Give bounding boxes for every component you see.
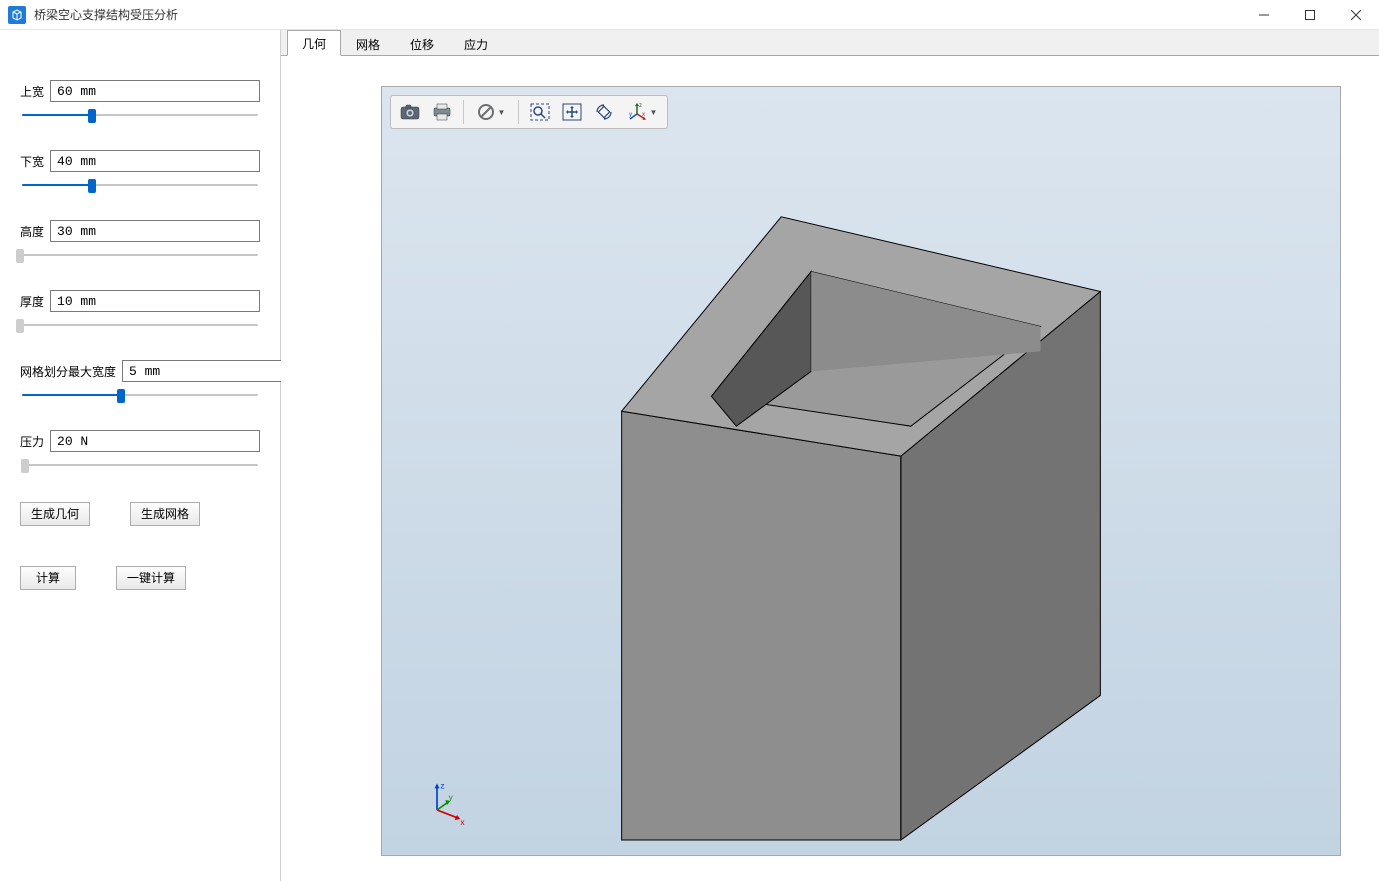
pressure-slider[interactable]: [20, 458, 260, 472]
tab-displacement[interactable]: 位移: [395, 31, 449, 56]
zoom-extents-button[interactable]: [525, 98, 555, 126]
maximize-button[interactable]: [1287, 0, 1333, 30]
param-label: 压力: [20, 433, 44, 450]
svg-text:y: y: [629, 112, 632, 118]
param-label: 上宽: [20, 83, 44, 100]
titlebar: 桥梁空心支撑结构受压分析: [0, 0, 1379, 30]
thickness-slider[interactable]: [20, 318, 260, 332]
param-label: 网格划分最大宽度: [20, 363, 116, 380]
viewport-panel: ▼: [281, 56, 1379, 881]
viewport-3d[interactable]: ▼: [381, 86, 1341, 856]
toolbar-separator: [518, 100, 519, 124]
minimize-button[interactable]: [1241, 0, 1287, 30]
svg-text:y: y: [449, 792, 454, 802]
mesh-max-width-input[interactable]: [122, 360, 304, 382]
tabs: 几何 网格 位移 应力: [281, 30, 1379, 56]
zoom-window-icon: [530, 103, 550, 121]
rotate-icon: [594, 102, 614, 122]
axis-view-dropdown[interactable]: z x y ▼: [621, 98, 663, 126]
generate-geometry-button[interactable]: 生成几何: [20, 502, 90, 526]
svg-text:x: x: [460, 817, 465, 825]
svg-text:z: z: [639, 103, 642, 109]
viewport-toolbar: ▼: [390, 95, 668, 129]
pan-icon: [562, 103, 582, 121]
param-label: 厚度: [20, 293, 44, 310]
top-width-input[interactable]: [50, 80, 260, 102]
window-title: 桥梁空心支撑结构受压分析: [34, 6, 178, 23]
mesh-max-width-slider[interactable]: [20, 388, 260, 402]
tab-mesh[interactable]: 网格: [341, 31, 395, 56]
camera-icon: [400, 104, 420, 120]
sidebar: 上宽 下宽 高度: [0, 30, 281, 881]
bottom-width-slider[interactable]: [20, 178, 260, 192]
chevron-down-icon: ▼: [650, 108, 658, 117]
axis-icon: z x y: [627, 102, 647, 122]
param-bottom-width: 下宽: [20, 150, 260, 192]
chevron-down-icon: ▼: [498, 108, 506, 117]
thickness-input[interactable]: [50, 290, 260, 312]
param-label: 下宽: [20, 153, 44, 170]
one-click-compute-button[interactable]: 一键计算: [116, 566, 186, 590]
print-button[interactable]: [427, 98, 457, 126]
tab-stress[interactable]: 应力: [449, 31, 503, 56]
pan-button[interactable]: [557, 98, 587, 126]
param-height: 高度: [20, 220, 260, 262]
tab-geometry[interactable]: 几何: [287, 30, 341, 56]
param-pressure: 压力: [20, 430, 260, 472]
param-mesh-max-width: 网格划分最大宽度: [20, 360, 260, 402]
app-icon: [8, 6, 26, 24]
svg-text:x: x: [642, 112, 645, 118]
param-top-width: 上宽: [20, 80, 260, 122]
height-slider[interactable]: [20, 248, 260, 262]
rotate-button[interactable]: [589, 98, 619, 126]
svg-text:z: z: [440, 780, 444, 790]
close-button[interactable]: [1333, 0, 1379, 30]
axis-triad: z x y: [422, 775, 472, 825]
compute-button[interactable]: 计算: [20, 566, 76, 590]
height-input[interactable]: [50, 220, 260, 242]
content-area: 几何 网格 位移 应力: [281, 30, 1379, 881]
pressure-input[interactable]: [50, 430, 260, 452]
bottom-width-input[interactable]: [50, 150, 260, 172]
visibility-dropdown[interactable]: ▼: [470, 98, 512, 126]
disable-icon: [477, 103, 495, 121]
param-thickness: 厚度: [20, 290, 260, 332]
param-label: 高度: [20, 223, 44, 240]
toolbar-separator: [463, 100, 464, 124]
geometry-render: [382, 127, 1340, 855]
printer-icon: [432, 103, 452, 121]
generate-mesh-button[interactable]: 生成网格: [130, 502, 200, 526]
top-width-slider[interactable]: [20, 108, 260, 122]
screenshot-button[interactable]: [395, 98, 425, 126]
